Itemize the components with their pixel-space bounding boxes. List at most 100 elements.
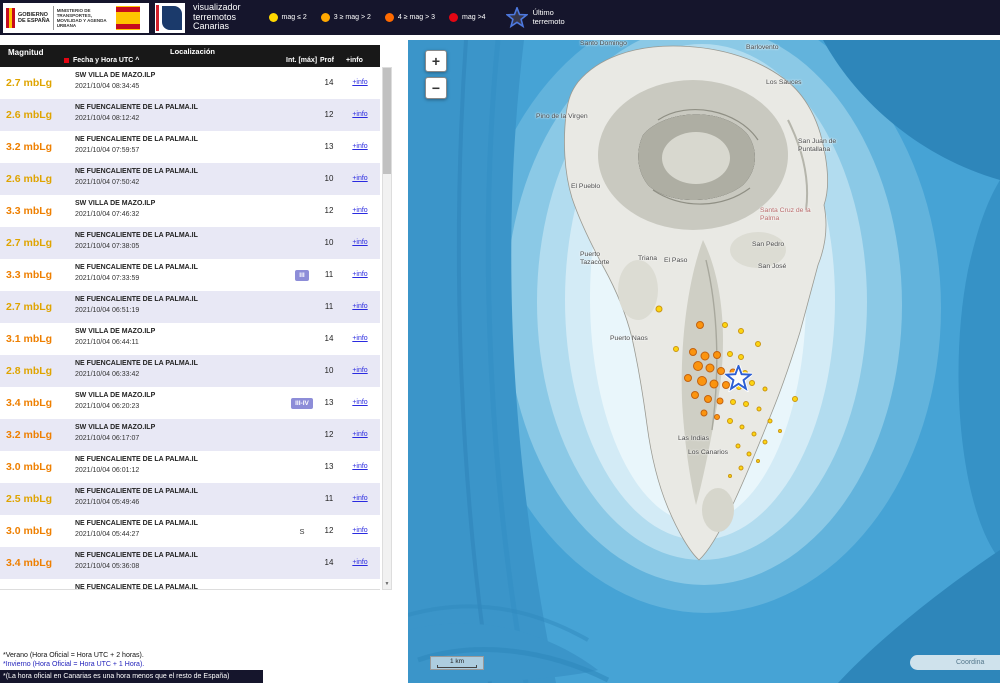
magnitude-value: 2.7 mbLg	[6, 227, 72, 259]
earthquake-dot[interactable]	[730, 399, 736, 405]
last-earthquake-legend: Último terremoto	[506, 7, 565, 29]
earthquake-dot[interactable]	[714, 414, 720, 420]
info-link[interactable]: +info	[342, 99, 378, 131]
earthquake-dot[interactable]	[756, 459, 760, 463]
datetime-text: 2021/10/04 05:36:08	[75, 563, 285, 570]
info-link[interactable]: +info	[342, 387, 378, 419]
location-text: NE FUENCALIENTE DE LA PALMA.IL	[75, 488, 285, 495]
info-link[interactable]: +info	[342, 419, 378, 451]
earthquake-dot[interactable]	[689, 348, 697, 356]
map[interactable]: Santo DomingoBarloventoLos SaucesPino de…	[408, 40, 1000, 683]
earthquake-dot[interactable]	[739, 466, 744, 471]
info-link[interactable]: +info	[342, 67, 378, 99]
scrollbar-down-arrow-icon[interactable]: ▼	[383, 579, 391, 589]
earthquake-dot[interactable]	[696, 321, 704, 329]
zoom-out-button[interactable]: −	[425, 77, 447, 99]
info-link[interactable]: +info	[342, 291, 378, 323]
earthquake-dot[interactable]	[728, 474, 732, 478]
earthquake-dot[interactable]	[778, 429, 782, 433]
earthquake-dot[interactable]	[738, 328, 744, 334]
depth-value: 14	[316, 547, 342, 579]
earthquake-dot[interactable]	[701, 410, 708, 417]
depth-value: 11	[316, 483, 342, 515]
app-title: visualizador terremotos Canarias	[193, 3, 241, 32]
earthquake-dot[interactable]	[755, 341, 761, 347]
earthquake-dot[interactable]	[713, 351, 721, 359]
location-text: SW VILLA DE MAZO.ILP	[75, 392, 285, 399]
earthquake-list: 2.7 mbLg SW VILLA DE MAZO.ILP 2021/10/04 0…	[0, 67, 380, 590]
info-link[interactable]: +info	[342, 131, 378, 163]
coordinates-button[interactable]: Coordina	[910, 655, 1000, 670]
earthquake-dot[interactable]	[768, 419, 773, 424]
earthquake-dot[interactable]	[697, 376, 707, 386]
logo-divider	[53, 6, 54, 30]
magnitude-value: 3.0 mbLg	[6, 515, 72, 547]
location-text: NE FUENCALIENTE DE LA PALMA.IL	[75, 232, 285, 239]
earthquake-dot[interactable]	[763, 387, 768, 392]
depth-value: 10	[316, 355, 342, 387]
depth-value: 14	[316, 67, 342, 99]
info-link[interactable]: +info	[342, 355, 378, 387]
footnote-canarias: *(La hora oficial en Canarias es una hor…	[0, 670, 263, 683]
info-link[interactable]: +info	[342, 515, 378, 547]
legend-label: mag >4	[462, 14, 486, 21]
info-link[interactable]: +info	[342, 547, 378, 579]
spain-coat-of-arms-icon	[6, 8, 15, 28]
earthquake-dot[interactable]	[736, 444, 741, 449]
earthquake-dot[interactable]	[727, 351, 733, 357]
earthquake-dot[interactable]	[740, 425, 745, 430]
magnitude-value: 3.0 mbLg	[6, 451, 72, 483]
earthquake-dot[interactable]	[684, 374, 692, 382]
earthquake-dot[interactable]	[747, 452, 752, 457]
last-earthquake-marker[interactable]	[725, 365, 752, 392]
earthquake-dot[interactable]	[743, 401, 749, 407]
earthquake-dot[interactable]	[763, 440, 768, 445]
header-info[interactable]: +info	[346, 57, 363, 64]
header-depth[interactable]: Prof	[320, 57, 334, 64]
table-scrollbar[interactable]: ▼	[382, 67, 392, 590]
footnote-verano: *Verano (Hora Oficial = Hora UTC + 2 hor…	[3, 652, 144, 659]
earthquake-dot[interactable]	[710, 380, 719, 389]
earthquake-table: Magnitud Localización Fecha y Hora UTC ^…	[0, 45, 395, 590]
location-text: NE FUENCALIENTE DE LA PALMA.IL	[75, 136, 285, 143]
header-location[interactable]: Localización	[170, 47, 215, 56]
magnitude-value: 2.8 mbLg	[6, 355, 72, 387]
earthquake-row: 2.7 mbLgNE FUENCALIENTE DE LA PALMA.IL20…	[0, 227, 380, 259]
info-link[interactable]: +info	[342, 323, 378, 355]
header-magnitude[interactable]: Magnitud	[8, 48, 44, 57]
depth-value: 11	[316, 291, 342, 323]
earthquake-dot[interactable]	[704, 395, 712, 403]
scrollbar-thumb[interactable]	[383, 68, 391, 174]
datetime-text: 2021/10/04 06:20:23	[75, 403, 285, 410]
earthquake-dot[interactable]	[706, 364, 715, 373]
info-link[interactable]: +info	[342, 163, 378, 195]
earthquake-dot[interactable]	[656, 306, 663, 313]
earthquake-dot[interactable]	[701, 352, 710, 361]
datetime-text: 2021/10/04 05:44:27	[75, 531, 285, 538]
app: GOBIERNO DE ESPAÑA MINISTERIO DE TRANSPO…	[0, 0, 1000, 697]
earthquake-dot[interactable]	[757, 407, 762, 412]
earthquake-dot[interactable]	[717, 398, 724, 405]
intensity-cell	[286, 67, 318, 99]
earthquake-dot[interactable]	[752, 432, 757, 437]
location-text: NE FUENCALIENTE DE LA PALMA.IL	[75, 584, 285, 590]
zoom-in-button[interactable]: +	[425, 50, 447, 72]
depth-value: 13	[316, 451, 342, 483]
info-link[interactable]: +info	[342, 195, 378, 227]
info-link[interactable]: +info	[342, 483, 378, 515]
earthquake-dot[interactable]	[792, 396, 798, 402]
earthquake-dot[interactable]	[717, 367, 725, 375]
earthquake-dot[interactable]	[693, 361, 703, 371]
earthquake-dot[interactable]	[738, 354, 744, 360]
earthquake-dot[interactable]	[691, 391, 699, 399]
earthquake-dot[interactable]	[727, 418, 733, 424]
info-link[interactable]: +info	[342, 451, 378, 483]
earthquake-row: 2.5 mbLgNE FUENCALIENTE DE LA PALMA.IL20…	[0, 483, 380, 515]
info-link[interactable]	[342, 579, 378, 590]
info-link[interactable]: +info	[342, 259, 378, 291]
header-intensity[interactable]: Int. [máx]	[286, 57, 317, 64]
header-datetime-sort[interactable]: Fecha y Hora UTC ^	[73, 57, 139, 64]
info-link[interactable]: +info	[342, 227, 378, 259]
earthquake-dot[interactable]	[673, 346, 679, 352]
earthquake-dot[interactable]	[722, 322, 728, 328]
